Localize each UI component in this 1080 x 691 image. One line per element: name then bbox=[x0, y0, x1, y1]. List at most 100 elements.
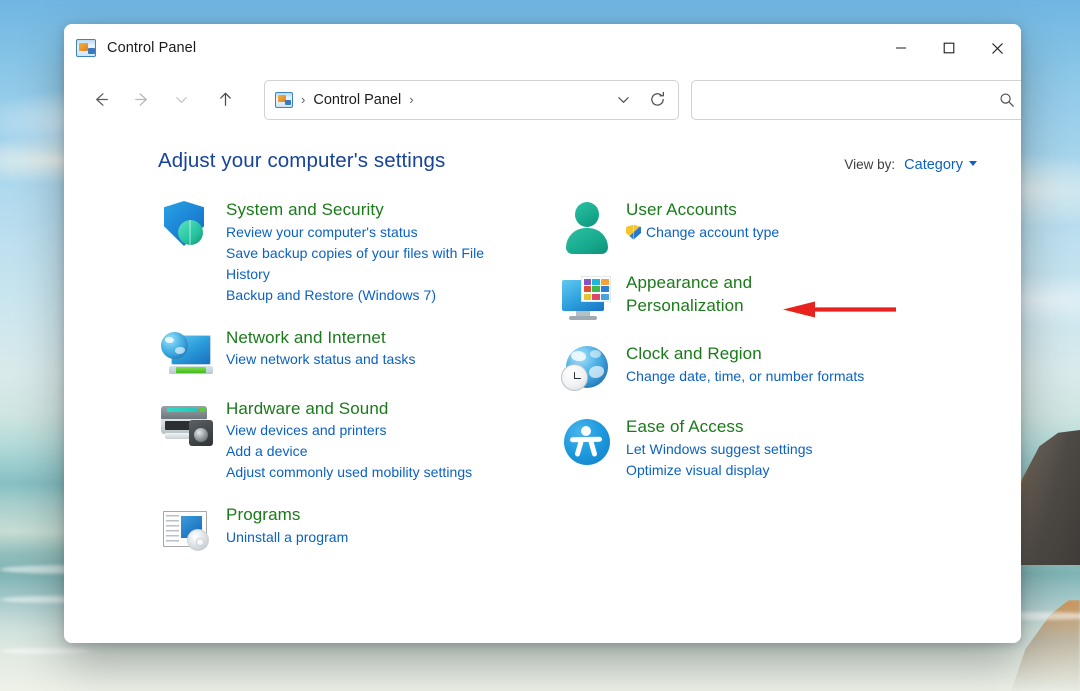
category-icon-slot bbox=[158, 199, 216, 306]
category-body: Programs Uninstall a program bbox=[216, 504, 548, 554]
user-person-icon[interactable] bbox=[561, 201, 613, 251]
category-link[interactable]: Adjust commonly used mobility settings bbox=[226, 462, 514, 483]
search-box[interactable] bbox=[691, 80, 1021, 120]
refresh-button[interactable] bbox=[640, 83, 674, 117]
person-body bbox=[566, 228, 608, 254]
category-system-and-security: System and Security Review your computer… bbox=[158, 199, 548, 306]
forward-button[interactable] bbox=[124, 83, 158, 117]
grid-cell bbox=[601, 294, 608, 300]
category-title[interactable]: System and Security bbox=[226, 199, 384, 222]
category-link-row: Change account type bbox=[626, 222, 948, 243]
grid-cell bbox=[592, 279, 599, 285]
category-link[interactable]: Change date, time, or number formats bbox=[626, 366, 926, 387]
view-by-label: View by: bbox=[844, 157, 895, 172]
category-link[interactable]: Backup and Restore (Windows 7) bbox=[226, 285, 514, 306]
view-by-group: View by: Category bbox=[844, 157, 977, 173]
clock-globe-icon[interactable] bbox=[561, 345, 613, 395]
control-panel-icon bbox=[76, 39, 96, 57]
chevron-down-icon bbox=[174, 92, 189, 107]
printer-led bbox=[200, 408, 205, 412]
address-dropdown-button[interactable] bbox=[606, 83, 640, 117]
view-by-value[interactable]: Category bbox=[904, 157, 963, 173]
window-title: Control Panel bbox=[107, 40, 196, 56]
category-link[interactable]: View network status and tasks bbox=[226, 349, 514, 370]
printer-speaker-icon[interactable] bbox=[159, 400, 215, 448]
programs-disc-icon[interactable] bbox=[161, 506, 213, 554]
figure-head bbox=[581, 426, 591, 436]
person-head bbox=[575, 202, 599, 227]
wallpaper-foam bbox=[0, 648, 90, 654]
category-link[interactable]: Review your computer's status bbox=[226, 222, 514, 243]
ease-of-access-icon[interactable] bbox=[561, 418, 613, 468]
search-input[interactable] bbox=[702, 89, 994, 111]
category-title[interactable]: Appearance and Personalization bbox=[626, 272, 796, 317]
magnifier-icon bbox=[999, 92, 1015, 108]
desktop-wallpaper: Control Panel bbox=[0, 0, 1080, 691]
category-link[interactable]: Change account type bbox=[646, 222, 779, 243]
category-link[interactable]: Let Windows suggest settings bbox=[626, 439, 914, 460]
category-body: Ease of Access Let Windows suggest setti… bbox=[616, 416, 948, 481]
breadcrumb-control-panel[interactable]: Control Panel bbox=[313, 92, 401, 108]
category-body: Clock and Region Change date, time, or n… bbox=[616, 343, 948, 395]
maximize-button[interactable] bbox=[925, 24, 973, 72]
clock-minute-hand bbox=[574, 378, 581, 380]
category-body: System and Security Review your computer… bbox=[216, 199, 548, 306]
back-button[interactable] bbox=[84, 83, 118, 117]
category-user-accounts: User Accounts Change account type bbox=[558, 199, 948, 251]
category-link[interactable]: Optimize visual display bbox=[626, 460, 914, 481]
breadcrumb-separator[interactable]: › bbox=[401, 92, 421, 107]
category-icon-slot bbox=[158, 504, 216, 554]
grid-cell bbox=[592, 294, 599, 300]
up-button[interactable] bbox=[208, 83, 242, 117]
printer-tray bbox=[165, 433, 191, 439]
minimize-button[interactable] bbox=[877, 24, 925, 72]
grid-cell bbox=[601, 286, 608, 292]
right-column: User Accounts Change account type bbox=[558, 199, 948, 575]
chevron-down-icon[interactable] bbox=[969, 161, 977, 166]
category-title[interactable]: User Accounts bbox=[626, 199, 737, 222]
category-body: Hardware and Sound View devices and prin… bbox=[216, 398, 548, 484]
close-button[interactable] bbox=[973, 24, 1021, 72]
category-body: Appearance and Personalization bbox=[616, 272, 948, 322]
appearance-monitor-icon[interactable] bbox=[560, 274, 614, 322]
category-title[interactable]: Clock and Region bbox=[626, 343, 762, 366]
category-title[interactable]: Programs bbox=[226, 504, 301, 527]
category-columns: System and Security Review your computer… bbox=[64, 199, 1021, 575]
globe-landmass bbox=[589, 366, 604, 378]
navigation-toolbar: › Control Panel › bbox=[64, 72, 1021, 127]
speaker-shape bbox=[189, 420, 213, 446]
category-title[interactable]: Ease of Access bbox=[626, 416, 744, 439]
disc-shape bbox=[187, 529, 209, 551]
maximize-icon bbox=[943, 42, 955, 54]
recent-locations-button[interactable] bbox=[164, 83, 198, 117]
content-area: Adjust your computer's settings View by:… bbox=[64, 127, 1021, 643]
window-controls bbox=[877, 24, 1021, 72]
page-title: Adjust your computer's settings bbox=[158, 149, 445, 173]
category-network-and-internet: Network and Internet View network status… bbox=[158, 327, 548, 377]
category-icon-slot bbox=[558, 199, 616, 251]
category-title[interactable]: Network and Internet bbox=[226, 327, 386, 350]
shield-icon[interactable] bbox=[164, 201, 210, 249]
chevron-down-icon bbox=[616, 92, 631, 107]
category-link[interactable]: Uninstall a program bbox=[226, 527, 514, 548]
grid-cell bbox=[592, 286, 599, 292]
category-icon-slot bbox=[158, 327, 216, 377]
left-column: System and Security Review your computer… bbox=[158, 199, 548, 575]
arrow-right-icon bbox=[132, 90, 151, 109]
category-icon-slot bbox=[558, 416, 616, 481]
category-link[interactable]: View devices and printers bbox=[226, 420, 514, 441]
control-panel-icon bbox=[275, 92, 293, 108]
grid-cell bbox=[584, 294, 591, 300]
category-icon-slot bbox=[558, 272, 616, 322]
address-bar[interactable]: › Control Panel › bbox=[264, 80, 679, 120]
search-icon[interactable] bbox=[994, 87, 1020, 113]
headline-row: Adjust your computer's settings View by:… bbox=[64, 149, 1021, 173]
network-globe-monitor-icon[interactable] bbox=[161, 329, 213, 377]
category-appearance-and-personalization: Appearance and Personalization bbox=[558, 272, 948, 322]
category-link[interactable]: Save backup copies of your files with Fi… bbox=[226, 243, 514, 285]
category-link[interactable]: Add a device bbox=[226, 441, 514, 462]
monitor-green-bar bbox=[176, 367, 206, 373]
globe-landmass bbox=[590, 350, 601, 358]
breadcrumb-separator: › bbox=[293, 92, 313, 107]
category-title[interactable]: Hardware and Sound bbox=[226, 398, 388, 421]
